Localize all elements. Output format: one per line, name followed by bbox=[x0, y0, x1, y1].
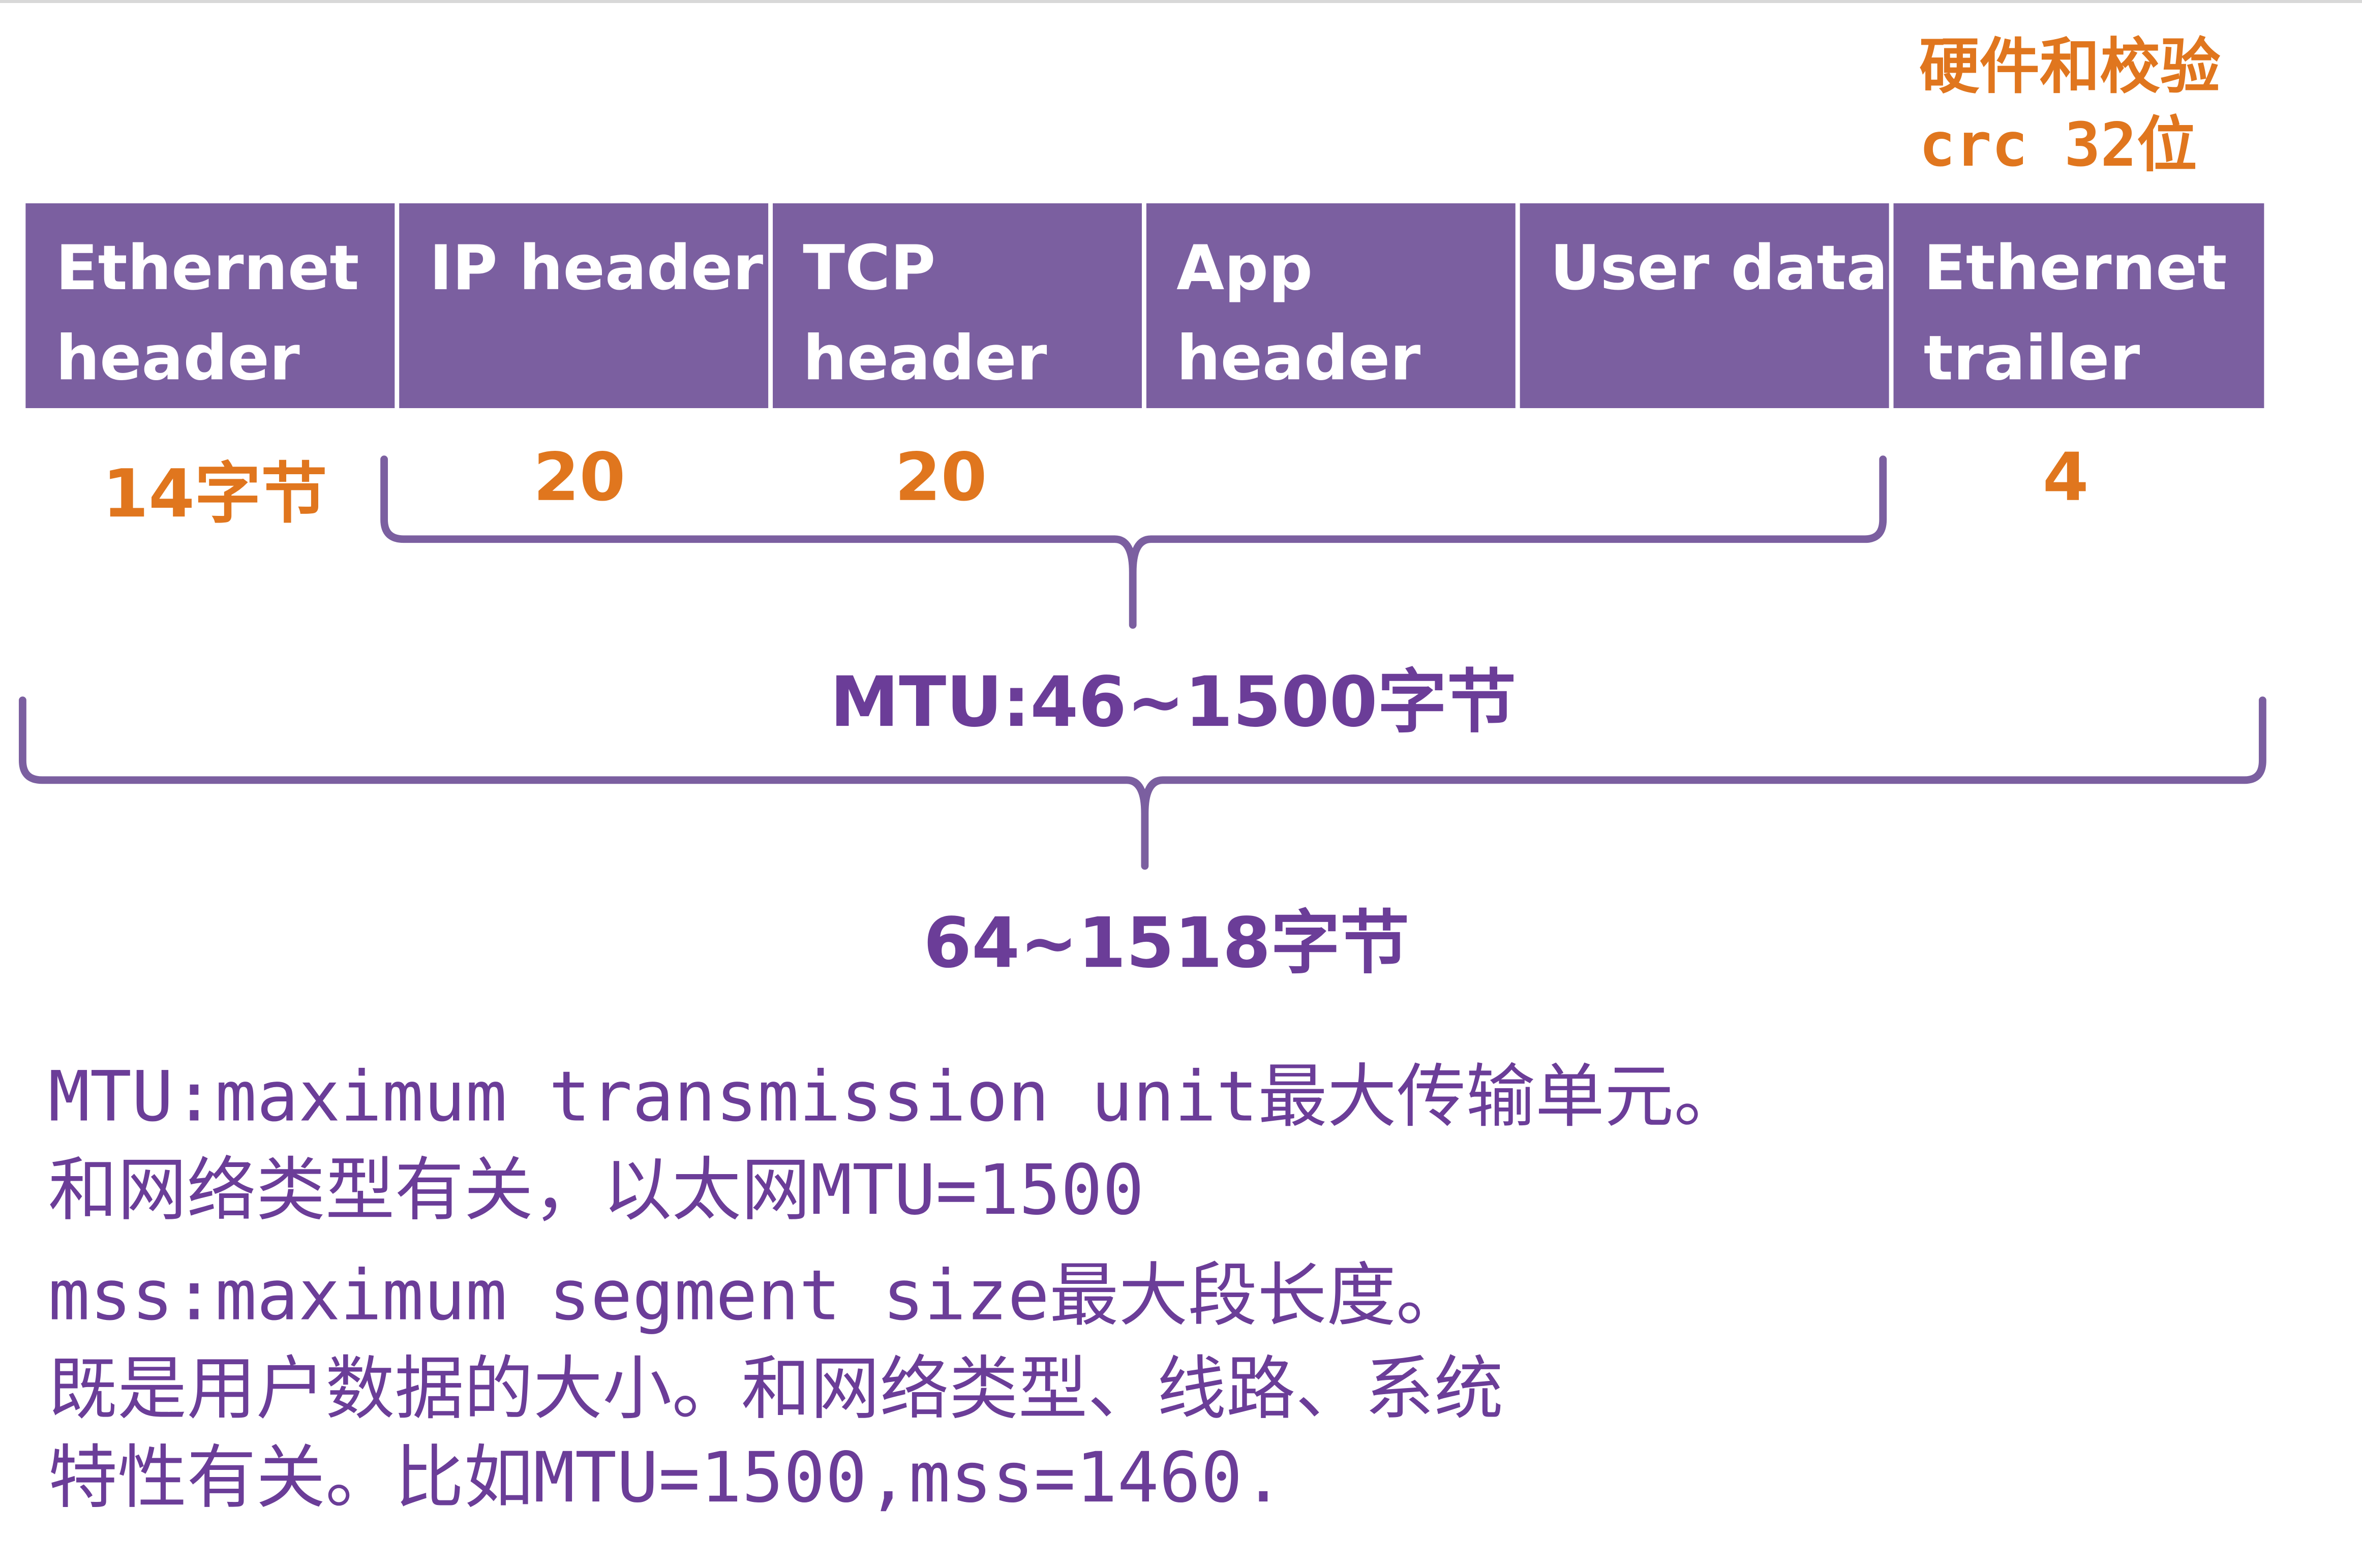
note-mss-example: 特性有关。比如MTU=1500,mss=1460. bbox=[48, 1436, 1284, 1518]
note-mss-definition: mss:maximum segment size最大段长度。 bbox=[48, 1254, 1466, 1336]
note-mss-user-data: 既是用户数据的大小。和网络类型、线路、系统 bbox=[48, 1347, 1504, 1429]
frame-size-label: 64~1518字节 bbox=[923, 902, 1410, 983]
diagram-stage: 硬件和校验 crc 32位 Ethernet header IP header … bbox=[0, 0, 2362, 1551]
mtu-brace bbox=[380, 455, 1887, 629]
mtu-label: MTU:46~1500字节 bbox=[830, 661, 1517, 743]
note-mtu-ethernet: 和网络类型有关，以太网MTU=1500 bbox=[48, 1149, 1144, 1231]
note-mtu-definition: MTU:maximum transmission unit最大传输单元。 bbox=[48, 1056, 1743, 1137]
